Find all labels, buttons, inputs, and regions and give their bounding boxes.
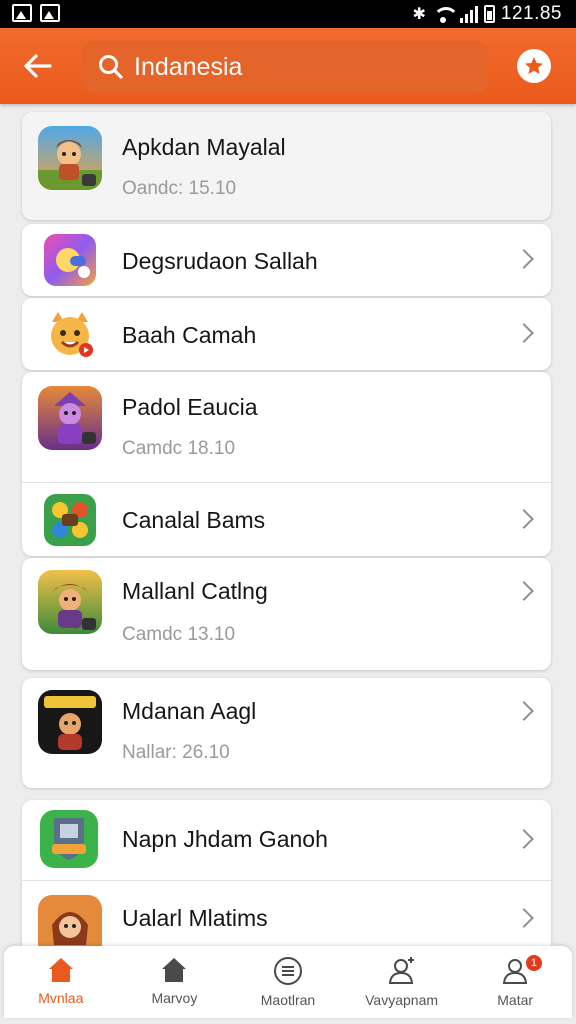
gallery-icon (12, 4, 32, 22)
game-icon-shield (40, 810, 98, 868)
app-header (0, 28, 576, 104)
app-list-item[interactable]: Mdanan Aagl Nallar: 26.10 (22, 678, 551, 788)
app-list-card: Napn Jhdam Ganoh Ualarl Mlatims (22, 800, 551, 960)
nav-tab-home[interactable]: Mvnlaa (4, 946, 118, 1018)
chevron-right-icon (514, 701, 534, 721)
chevron-right-icon (514, 908, 534, 928)
app-list-card: Padol Eaucia Camdc 18.10 Canalal Bams (22, 372, 551, 556)
battery-icon (483, 5, 495, 23)
app-list-item[interactable]: Mallanl Catlng Camdc 13.10 (22, 558, 551, 670)
notification-badge: 1 (525, 955, 542, 971)
user-add-icon (388, 957, 414, 984)
chevron-right-icon (514, 581, 534, 601)
chevron-right-icon (514, 829, 534, 849)
signal-icon (459, 5, 478, 23)
app-list-item[interactable]: Canalal Bams (22, 482, 551, 556)
chevron-right-icon (514, 249, 534, 269)
app-subtitle: Oandc: 15.10 (122, 178, 237, 199)
app-subtitle: Nallar: 26.10 (122, 742, 230, 763)
nav-tab-marvoy[interactable]: Marvoy (118, 946, 232, 1018)
app-title: Apkdan Mayalal (122, 134, 286, 160)
chevron-right-icon (514, 509, 534, 529)
app-icon-cartoon-cat (44, 308, 96, 360)
app-list-card: Mdanan Aagl Nallar: 26.10 (22, 678, 551, 788)
nav-label: Vavyapnam (365, 992, 439, 1008)
game-icon-warrior (38, 570, 102, 634)
app-title: Baah Camah (122, 322, 257, 348)
wifi-icon (432, 5, 459, 23)
app-list-card: Mallanl Catlng Camdc 13.10 (22, 558, 551, 670)
app-list-card: Baah Camah (22, 298, 551, 370)
app-title: Degsrudaon Sallah (122, 248, 318, 274)
bluetooth-icon: ✱ (412, 6, 426, 23)
app-list-item[interactable]: Padol Eaucia Camdc 18.10 (22, 372, 551, 482)
nav-label: Matar (497, 992, 534, 1008)
app-list-card: Apkdan Mayalal Oandc: 15.10 (22, 112, 551, 220)
chevron-right-icon (514, 323, 534, 343)
star-icon (525, 57, 543, 74)
search-icon (99, 55, 123, 79)
notification-icons (12, 4, 60, 22)
nav-label: Marvoy (151, 990, 198, 1006)
app-list-item[interactable]: Baah Camah (22, 298, 551, 370)
back-arrow-icon (24, 54, 52, 78)
app-list-item[interactable]: Apkdan Mayalal Oandc: 15.10 (22, 112, 551, 220)
app-subtitle: Camdc 18.10 (122, 438, 236, 459)
nav-tab-vavyapnam[interactable]: Vavyapnam (345, 946, 459, 1018)
status-bar: ✱ 121.85 (0, 0, 576, 28)
app-subtitle: Camdc 13.10 (122, 624, 236, 645)
bottom-navigation: Mvnlaa Marvoy Maotlran Vavyapnam 1 Matar (4, 946, 572, 1018)
app-list-item[interactable]: Degsrudaon Sallah (22, 224, 551, 296)
app-list-item[interactable]: Napn Jhdam Ganoh (22, 800, 551, 880)
nav-label: Maotlran (260, 992, 316, 1008)
app-title: Mallanl Catlng (122, 578, 268, 604)
app-title: Ualarl Mlatims (122, 905, 268, 931)
app-title: Napn Jhdam Ganoh (122, 826, 328, 852)
menu-circle-icon (273, 957, 302, 985)
search-box[interactable] (82, 41, 488, 93)
app-title: Padol Eaucia (122, 394, 258, 420)
nav-tab-matar[interactable]: 1 Matar (458, 946, 572, 1018)
game-icon-purple-hero (38, 386, 102, 450)
app-list-card: Degsrudaon Sallah (22, 224, 551, 296)
back-button[interactable] (22, 52, 54, 80)
status-time: 121.85 (500, 3, 562, 24)
game-icon-dark-hero (38, 690, 102, 754)
nav-tab-maotlran[interactable]: Maotlran (231, 946, 345, 1018)
app-title: Canalal Bams (122, 507, 266, 533)
app-title: Mdanan Aagl (122, 698, 257, 724)
home-icon (162, 958, 187, 982)
favorite-button[interactable] (517, 49, 551, 83)
game-icon-adventurer (38, 126, 102, 190)
image-icon (40, 4, 60, 22)
game-icon-puzzle (44, 494, 96, 546)
search-input[interactable] (134, 52, 464, 82)
nav-label: Mvnlaa (38, 990, 84, 1006)
home-filled-icon (48, 958, 73, 982)
app-icon-gradient-face (44, 234, 96, 286)
